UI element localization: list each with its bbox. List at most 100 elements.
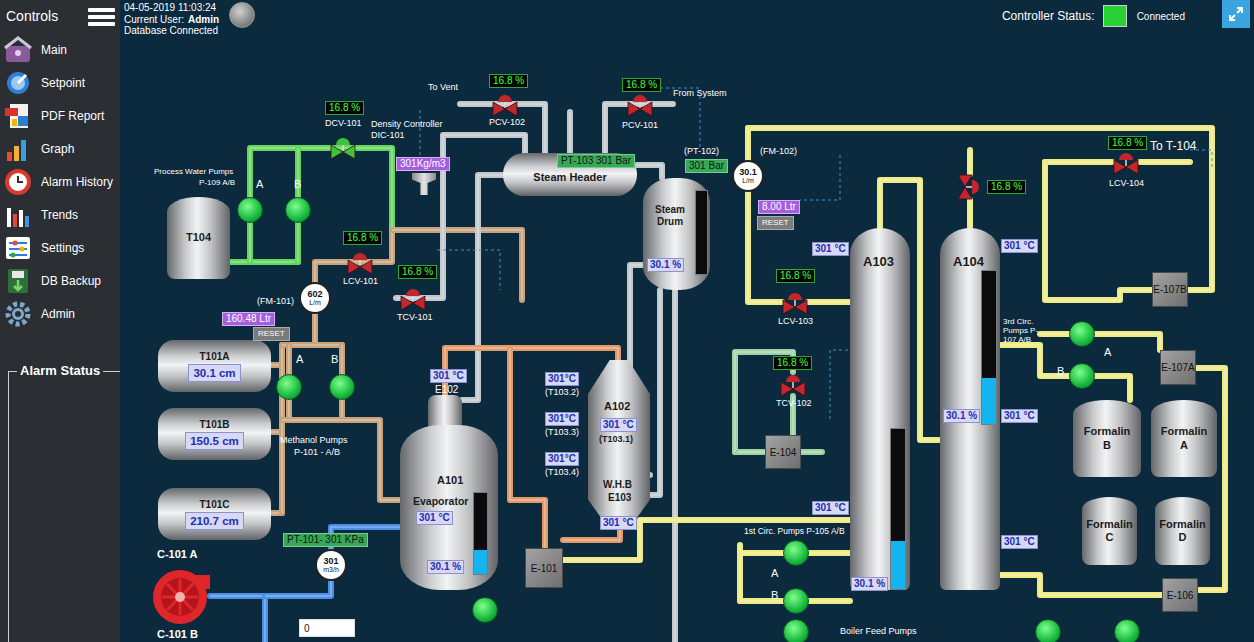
heat-exchanger: E-106 <box>1162 578 1198 612</box>
whb-temperature: 301 °C <box>600 418 637 432</box>
level-fill <box>982 378 996 424</box>
database-icon <box>3 266 33 296</box>
valve-opening-readout: 16.8 % <box>398 265 437 279</box>
control-valve[interactable] <box>330 135 356 159</box>
level-gauge <box>890 428 906 590</box>
pump-icon[interactable] <box>276 374 302 400</box>
pump-icon[interactable] <box>329 374 355 400</box>
top-bar: 04-05-2019 11:03:24Current User:AdminDat… <box>120 0 1254 42</box>
level-fill <box>891 541 905 589</box>
valve-opening-readout: 16.8 % <box>343 231 382 245</box>
temperature-reading: 301 °C <box>1001 535 1038 549</box>
pump-icon[interactable] <box>1069 321 1095 347</box>
diagram-label: 3rd Circ. Pumps P-107 A/B <box>1003 317 1043 345</box>
pump-icon[interactable] <box>472 597 498 623</box>
controller-status: Controller Status:Connected <box>1002 4 1250 28</box>
sidebar-item[interactable]: Graph <box>0 132 120 165</box>
valve-tag: DCV-101 <box>325 118 362 128</box>
pump-icon[interactable] <box>237 197 263 223</box>
evaporator-name: Evaporator <box>413 495 468 507</box>
valve-icon <box>780 373 806 397</box>
process-diagram: PT-103 301 BarSteam HeaderT101A30.1 cmT1… <box>120 42 1254 642</box>
sidebar-item-label: Settings <box>41 239 84 257</box>
clock-icon-graphic <box>3 167 33 197</box>
control-valve[interactable] <box>400 286 426 310</box>
valve-tag: LCV-104 <box>1109 178 1144 188</box>
tank-name: T101C <box>199 499 229 510</box>
reset-button[interactable]: RESET <box>253 327 290 341</box>
valve-icon <box>782 291 808 315</box>
app-window: Controls MainSetpoint PDF Report GraphAlarm… <box>0 0 1254 642</box>
fullscreen-button[interactable] <box>1222 0 1250 28</box>
control-valve[interactable] <box>492 92 518 116</box>
tank-level-reading: 150.5 cm <box>185 432 244 450</box>
sidebar-item[interactable]: DB Backup <box>0 264 120 297</box>
compressor[interactable] <box>150 565 210 625</box>
tank-name: Formalin D <box>1157 518 1209 544</box>
control-valve[interactable] <box>782 290 808 314</box>
temperature-reading: 301°C <box>545 452 579 466</box>
valve-icon <box>400 287 426 311</box>
control-valve[interactable] <box>958 174 982 200</box>
evaporator-tag: A101 <box>437 474 463 487</box>
storage-tank: Formalin D <box>1155 497 1210 565</box>
sidebar-item[interactable]: Setpoint <box>0 66 120 99</box>
user-avatar-icon[interactable] <box>229 2 255 28</box>
setpoint-input[interactable] <box>299 619 355 637</box>
sidebar-item[interactable]: Admin <box>0 297 120 330</box>
valve-icon <box>330 136 356 160</box>
controller-status-led <box>1103 5 1127 27</box>
tank-name: Formalin A <box>1158 425 1210 451</box>
level-gauge <box>695 190 708 275</box>
diagram-label: Process Water Pumps <box>154 167 233 176</box>
pump-label: A <box>771 567 778 580</box>
settings-icon <box>3 233 33 263</box>
valve-icon <box>1113 151 1139 175</box>
sidebar-item-label: PDF Report <box>41 107 104 125</box>
bar-chart-icon-graphic <box>3 134 33 164</box>
compressor-icon <box>150 565 210 625</box>
steam-drum-pressure: 301 Bar <box>685 159 728 173</box>
pump-icon[interactable] <box>783 619 809 642</box>
temperature-reading: 301 °C <box>1001 409 1038 423</box>
flow-meter-tag: (FM-101) <box>257 296 294 306</box>
storage-tank: Formalin A <box>1151 400 1217 477</box>
tank-level-reading: 30.1 cm <box>188 364 240 382</box>
evaporator-top-tag: E102 <box>435 384 458 396</box>
clock-icon <box>3 167 33 197</box>
sidebar-item[interactable]: Alarm History <box>0 165 120 198</box>
column-level-reading: 30.1 % <box>851 577 888 591</box>
flow-meter: 30.1L/m <box>732 160 764 192</box>
diagram-label: To Vent <box>428 82 458 92</box>
sidebar-title: Controls <box>6 6 58 27</box>
pump-icon[interactable] <box>285 197 311 223</box>
sidebar-item[interactable]: Settings <box>0 231 120 264</box>
user-name: Admin <box>188 14 219 25</box>
control-valve[interactable] <box>627 92 653 116</box>
sidebar-item[interactable]: Trends <box>0 198 120 231</box>
sidebar-item[interactable]: Main <box>0 33 120 66</box>
valve-icon <box>347 251 373 275</box>
sidebar-item[interactable]: PDF Report <box>0 99 120 132</box>
user-label: Current User: <box>124 14 184 25</box>
home-icon <box>3 35 33 65</box>
pump-icon[interactable] <box>1035 619 1061 642</box>
pump-icon[interactable] <box>1069 363 1095 389</box>
pump-icon[interactable] <box>783 588 809 614</box>
flow-total: 8.00 Ltr <box>758 200 800 214</box>
heat-exchanger: E-104 <box>765 435 801 469</box>
pump-icon[interactable] <box>783 540 809 566</box>
pump-label: A <box>1104 346 1111 359</box>
tank-name: T101B <box>199 419 229 430</box>
pump-icon[interactable] <box>1114 619 1140 642</box>
storage-tank: T101C210.7 cm <box>158 488 271 540</box>
storage-tank: T101B 150.5 cm <box>158 408 271 460</box>
menu-icon[interactable] <box>88 6 115 28</box>
valve-tag: TCV-101 <box>397 312 433 322</box>
temperature-reading: 301°C <box>545 372 579 386</box>
flow-total: 160.48 Ltr <box>222 312 275 326</box>
control-valve[interactable] <box>1113 150 1139 174</box>
control-valve[interactable] <box>780 372 806 396</box>
reset-button[interactable]: RESET <box>757 216 794 230</box>
control-valve[interactable] <box>347 250 373 274</box>
